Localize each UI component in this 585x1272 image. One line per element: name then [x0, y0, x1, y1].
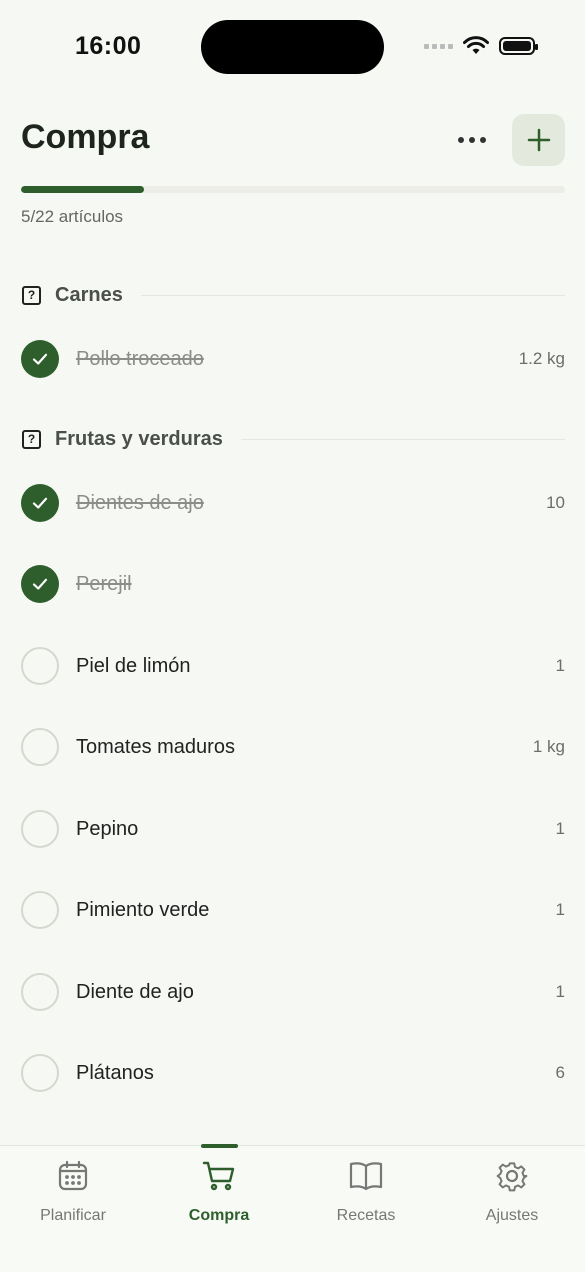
item-quantity: 1 kg	[532, 737, 565, 756]
status-time: 16:00	[75, 32, 142, 60]
calendar-icon	[58, 1160, 88, 1191]
progress-text: 5/22 artículos	[21, 207, 124, 226]
item-quantity: 1	[555, 900, 565, 919]
item-name: Piel de limón	[76, 654, 191, 677]
tab-planificar[interactable]: Planificar	[13, 1158, 133, 1225]
list-item[interactable]: Pollo troceado 1.2 kg	[21, 339, 565, 379]
page-title: Compra	[21, 118, 150, 156]
checkbox[interactable]	[21, 891, 59, 929]
tab-bar: Planificar Compra Recetas Ajustes	[0, 1144, 585, 1272]
item-quantity: 1.2 kg	[518, 349, 565, 368]
tab-label: Planificar	[40, 1207, 106, 1224]
checkbox[interactable]	[21, 340, 59, 378]
checkmark-icon	[32, 497, 48, 509]
checkmark-icon	[32, 578, 48, 590]
checkbox[interactable]	[21, 810, 59, 848]
status-bar: 16:00	[0, 0, 585, 95]
checkbox[interactable]	[21, 565, 59, 603]
wifi-icon	[463, 36, 489, 54]
cart-icon	[202, 1161, 235, 1191]
item-name: Pimiento verde	[76, 898, 210, 921]
item-name: Pollo troceado	[76, 347, 204, 370]
item-name: Perejil	[76, 572, 132, 595]
tab-compra[interactable]: Compra	[159, 1158, 279, 1225]
item-name: Plátanos	[76, 1061, 154, 1084]
tab-label: Compra	[188, 1207, 250, 1224]
checkbox[interactable]	[21, 973, 59, 1011]
item-name: Pepino	[76, 817, 139, 840]
gear-icon	[496, 1162, 528, 1192]
section-header: ? Carnes	[21, 280, 565, 310]
tab-ajustes[interactable]: Ajustes	[452, 1158, 572, 1225]
divider	[240, 438, 565, 440]
list-item[interactable]: Pepino 1	[21, 809, 565, 849]
checkbox[interactable]	[21, 647, 59, 685]
tab-recetas[interactable]: Recetas	[306, 1158, 426, 1225]
checkbox[interactable]	[21, 1054, 59, 1092]
item-name: Dientes de ajo	[76, 491, 204, 514]
more-options-button[interactable]	[452, 124, 492, 156]
list-item[interactable]: Tomates maduros 1 kg	[21, 727, 565, 767]
list-item[interactable]: Piel de limón 1	[21, 646, 565, 686]
section-label: Frutas y verduras	[55, 427, 223, 450]
list-item[interactable]: Perejil	[21, 564, 565, 604]
question-icon: ?	[22, 285, 41, 305]
item-quantity: 1	[555, 656, 565, 675]
tab-label: Recetas	[336, 1207, 396, 1224]
list-item[interactable]: Dientes de ajo 10	[21, 483, 565, 523]
section-header: ? Frutas y verduras	[21, 424, 565, 454]
list-item[interactable]: Pimiento verde 1	[21, 890, 565, 930]
list-item[interactable]: Plátanos 6	[21, 1053, 565, 1093]
progress-fill	[21, 186, 145, 193]
checkmark-icon	[32, 353, 48, 365]
item-quantity: 10	[546, 493, 565, 512]
checkbox[interactable]	[21, 728, 59, 766]
plus-icon	[527, 128, 550, 152]
item-name: Diente de ajo	[76, 980, 194, 1003]
question-icon: ?	[22, 429, 41, 449]
book-icon	[349, 1162, 383, 1191]
item-quantity: 6	[555, 1063, 565, 1082]
checkbox[interactable]	[21, 484, 59, 522]
dynamic-island	[201, 20, 384, 74]
item-quantity: 1	[555, 982, 565, 1001]
item-quantity: 1	[555, 819, 565, 838]
section-label: Carnes	[55, 283, 123, 306]
signal-icon	[424, 43, 453, 49]
list-item[interactable]: Diente de ajo 1	[21, 972, 565, 1012]
status-icons	[424, 36, 538, 56]
add-item-button[interactable]	[512, 114, 565, 166]
item-name: Tomates maduros	[76, 735, 235, 758]
active-tab-indicator	[201, 1144, 238, 1148]
divider	[140, 294, 565, 296]
tab-label: Ajustes	[485, 1207, 539, 1224]
battery-icon	[499, 37, 538, 55]
progress-bar	[21, 186, 565, 193]
